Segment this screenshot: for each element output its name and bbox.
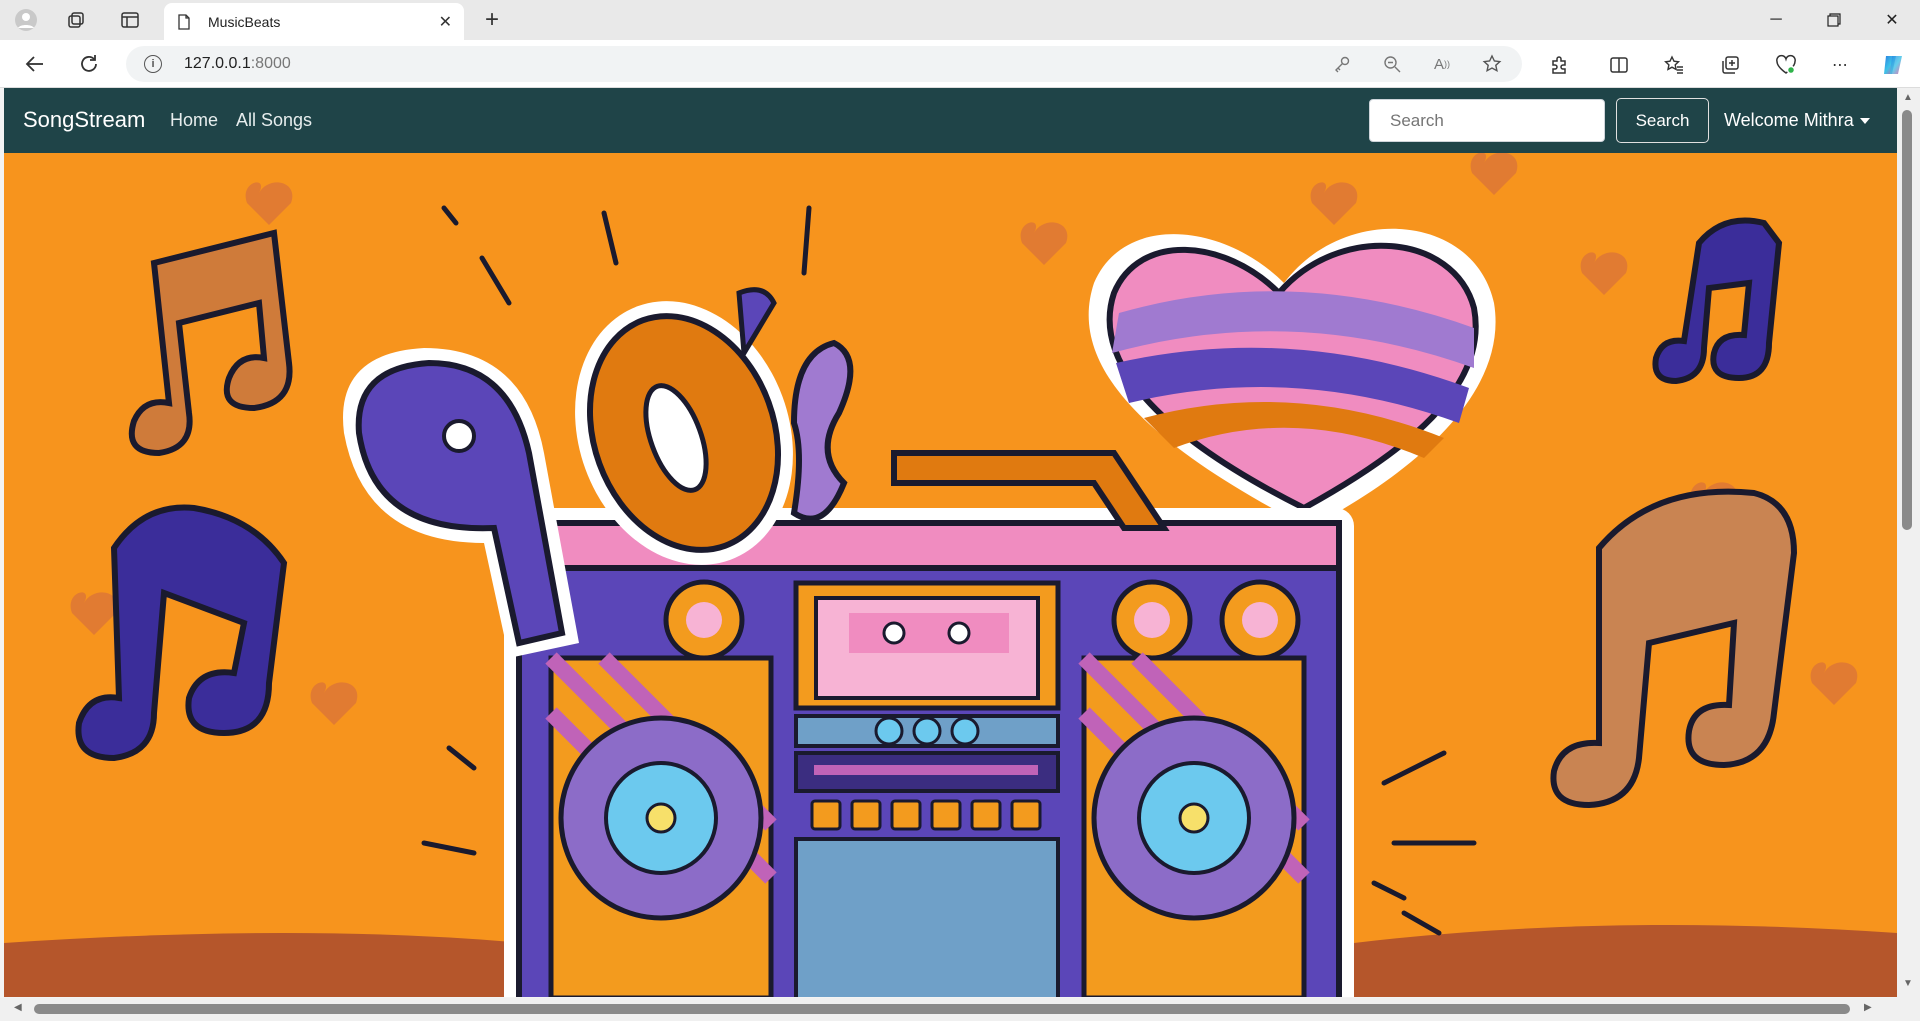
more-menu-icon[interactable]: ⋯ bbox=[1825, 50, 1855, 80]
browser-essentials-icon[interactable] bbox=[1771, 50, 1801, 80]
user-menu-label: Welcome Mithra bbox=[1724, 110, 1854, 130]
horizontal-scrollbar[interactable]: ◀ ▶ bbox=[0, 998, 1920, 1021]
horizontal-scroll-thumb[interactable] bbox=[34, 1004, 1850, 1014]
nav-link-home[interactable]: Home bbox=[170, 110, 218, 131]
page-viewport: SongStream Home All Songs Search Welcome… bbox=[4, 88, 1897, 997]
scroll-down-arrow-icon[interactable]: ▼ bbox=[1903, 978, 1913, 989]
browser-toolbar: i 127.0.0.1:8000 A)) ⋯ bbox=[0, 40, 1920, 88]
tab-musicbeats[interactable]: MusicBeats ✕ bbox=[164, 3, 464, 40]
copilot-icon[interactable] bbox=[1878, 50, 1908, 80]
search-input[interactable] bbox=[1369, 99, 1605, 142]
refresh-button[interactable] bbox=[74, 50, 104, 78]
site-navbar: SongStream Home All Songs Search Welcome… bbox=[4, 88, 1897, 153]
new-tab-button[interactable]: + bbox=[478, 6, 506, 34]
page-icon bbox=[178, 13, 190, 30]
site-brand[interactable]: SongStream bbox=[23, 107, 145, 133]
vertical-scroll-thumb[interactable] bbox=[1902, 110, 1912, 530]
close-tab-icon[interactable]: ✕ bbox=[439, 12, 452, 32]
read-aloud-icon[interactable]: A)) bbox=[1430, 52, 1454, 76]
scroll-up-arrow-icon[interactable]: ▲ bbox=[1903, 92, 1913, 103]
favorite-star-icon[interactable] bbox=[1480, 52, 1504, 76]
site-info-icon[interactable]: i bbox=[144, 55, 162, 73]
search-button[interactable]: Search bbox=[1616, 98, 1709, 143]
address-bar[interactable]: i 127.0.0.1:8000 A)) bbox=[126, 46, 1522, 82]
collections-icon[interactable] bbox=[1715, 50, 1745, 80]
workspaces-icon[interactable] bbox=[62, 6, 90, 34]
vertical-tabs-icon[interactable] bbox=[116, 6, 144, 34]
nav-link-all-songs[interactable]: All Songs bbox=[236, 110, 312, 131]
vertical-scrollbar[interactable]: ▲ ▼ bbox=[1897, 88, 1920, 998]
scroll-right-arrow-icon[interactable]: ▶ bbox=[1864, 1002, 1872, 1013]
close-window-button[interactable]: ✕ bbox=[1864, 0, 1920, 40]
hero-banner-image bbox=[4, 153, 1897, 997]
url-port: :8000 bbox=[250, 55, 291, 72]
minimize-button[interactable]: ─ bbox=[1748, 0, 1804, 40]
restore-button[interactable] bbox=[1806, 0, 1862, 40]
password-key-icon[interactable] bbox=[1330, 52, 1354, 76]
url-host: 127.0.0.1 bbox=[184, 55, 251, 72]
url-text[interactable]: 127.0.0.1:8000 bbox=[184, 55, 291, 73]
user-menu-dropdown[interactable]: Welcome Mithra bbox=[1724, 110, 1870, 131]
profile-icon[interactable] bbox=[12, 6, 40, 34]
dropdown-caret-icon bbox=[1859, 117, 1870, 124]
browser-titlebar: MusicBeats ✕ + ─ ✕ bbox=[0, 0, 1920, 40]
scroll-left-arrow-icon[interactable]: ◀ bbox=[14, 1002, 22, 1013]
tab-title: MusicBeats bbox=[208, 13, 281, 30]
zoom-out-icon[interactable] bbox=[1380, 52, 1404, 76]
back-button[interactable] bbox=[20, 50, 50, 78]
extensions-icon[interactable] bbox=[1544, 50, 1574, 80]
favorites-icon[interactable] bbox=[1659, 50, 1689, 80]
split-screen-icon[interactable] bbox=[1604, 50, 1634, 80]
cassette-icon bbox=[793, 580, 1061, 711]
